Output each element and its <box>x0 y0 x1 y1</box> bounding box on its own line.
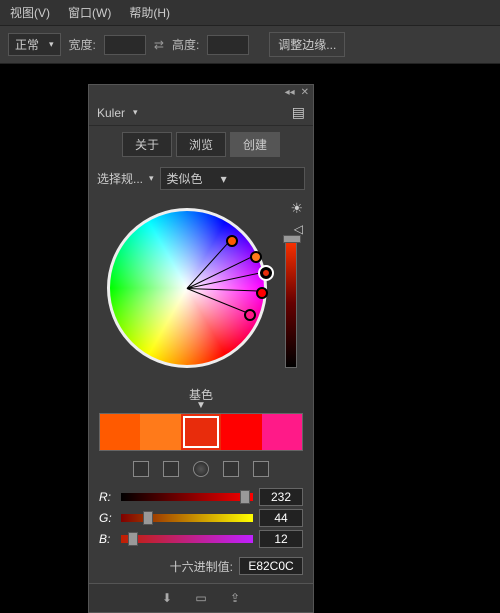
rgb-sliders: R: 232 G: 44 B: 12 <box>89 483 313 553</box>
b-label: B: <box>99 532 115 546</box>
tab-browse[interactable]: 浏览 <box>176 132 226 157</box>
tab-about[interactable]: 关于 <box>122 132 172 157</box>
swatch-tools <box>89 455 313 483</box>
r-knob[interactable] <box>240 490 250 504</box>
width-input[interactable] <box>104 35 146 55</box>
panel-titlebar: Kuler ▾ ▤ <box>89 100 313 126</box>
g-slider[interactable] <box>121 514 253 522</box>
swap-icon[interactable]: ⇄ <box>154 38 164 52</box>
b-knob[interactable] <box>128 532 138 546</box>
rule-value: 类似色 <box>167 170 203 187</box>
panel-menu-icon[interactable]: ▤ <box>292 104 305 121</box>
brightness-icon: ☀ <box>290 200 303 217</box>
refine-edges-button[interactable]: 调整边缘... <box>269 32 345 57</box>
g-knob[interactable] <box>143 511 153 525</box>
chevron-down-icon[interactable]: ▾ <box>133 107 138 118</box>
panel-controls: ◂◂ ✕ <box>89 85 313 100</box>
base-color-marker: ▼ <box>89 403 313 409</box>
disabled-icon <box>193 461 209 477</box>
chevron-down-icon: ▾ <box>49 39 54 50</box>
panel-title-text: Kuler <box>97 106 125 120</box>
indicator-icon: ◁ <box>294 222 303 236</box>
tab-bar: 关于 浏览 创建 <box>89 126 313 163</box>
r-label: R: <box>99 490 115 504</box>
blend-mode-value: 正常 <box>15 36 39 53</box>
kuler-panel: ◂◂ ✕ Kuler ▾ ▤ 关于 浏览 创建 选择规... ▾ 类似色 ▾ <box>88 84 314 613</box>
rule-dropdown[interactable]: 类似色 ▾ <box>160 167 305 190</box>
chevron-down-icon[interactable]: ▾ <box>149 173 154 184</box>
width-label: 宽度: <box>69 36 96 53</box>
rule-label: 选择规... <box>97 170 143 187</box>
download-icon[interactable]: ⬇ <box>158 590 176 606</box>
collapse-icon[interactable]: ◂◂ <box>285 87 295 98</box>
height-input[interactable] <box>207 35 249 55</box>
menubar: 视图(V) 窗口(W) 帮助(H) <box>0 0 500 26</box>
blend-mode-dropdown[interactable]: 正常 ▾ <box>8 33 61 56</box>
swatch-2[interactable] <box>181 414 221 450</box>
brightness-slider[interactable] <box>285 238 297 368</box>
color-wheel-area: ☀ ◁ <box>89 194 313 384</box>
g-label: G: <box>99 511 115 525</box>
hex-label: 十六进制值: <box>170 558 233 575</box>
b-value[interactable]: 12 <box>259 530 303 548</box>
b-slider[interactable] <box>121 535 253 543</box>
grid-icon[interactable] <box>223 461 239 477</box>
hex-row: 十六进制值: E82C0C <box>89 553 313 583</box>
menu-help[interactable]: 帮助(H) <box>129 4 170 21</box>
height-label: 高度: <box>172 36 199 53</box>
options-icon[interactable] <box>253 461 269 477</box>
swatch-4[interactable] <box>262 414 302 450</box>
save-icon[interactable]: ▭ <box>192 590 210 606</box>
r-value[interactable]: 232 <box>259 488 303 506</box>
brightness-knob[interactable] <box>283 235 301 243</box>
tab-create[interactable]: 创建 <box>230 132 280 157</box>
add-swatch-icon[interactable] <box>133 461 149 477</box>
remove-swatch-icon[interactable] <box>163 461 179 477</box>
color-wheel[interactable] <box>107 208 267 368</box>
toolbar: 正常 ▾ 宽度: ⇄ 高度: 调整边缘... <box>0 26 500 64</box>
hex-input[interactable]: E82C0C <box>239 557 303 575</box>
rule-row: 选择规... ▾ 类似色 ▾ <box>89 163 313 194</box>
swatch-0[interactable] <box>100 414 140 450</box>
g-value[interactable]: 44 <box>259 509 303 527</box>
swatch-3[interactable] <box>221 414 261 450</box>
close-icon[interactable]: ✕ <box>301 87 309 98</box>
swatch-1[interactable] <box>140 414 180 450</box>
swatch-strip <box>99 413 303 451</box>
chevron-down-icon: ▾ <box>221 172 227 186</box>
upload-icon[interactable]: ⇪ <box>226 590 244 606</box>
menu-view[interactable]: 视图(V) <box>10 4 50 21</box>
menu-window[interactable]: 窗口(W) <box>68 4 111 21</box>
r-slider[interactable] <box>121 493 253 501</box>
